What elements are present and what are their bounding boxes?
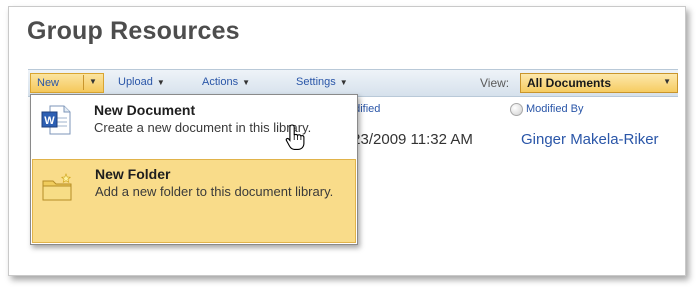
chevron-down-icon: ▼ [156,78,165,87]
menu-item-description: Add a new folder to this document librar… [95,184,334,199]
hand-cursor-icon [285,124,305,150]
chevron-down-icon: ▼ [242,78,250,87]
new-dropdown-menu: W New Document Create a new document in … [30,94,358,245]
upload-menu-button[interactable]: Upload ▼ [118,76,165,88]
list-toolbar: New ▼ Upload ▼ Actions ▼ Settings ▼ View: A… [28,69,678,97]
new-button-label: New [37,77,60,89]
menu-item-title: New Folder [95,166,171,182]
new-folder-icon [42,173,72,201]
page-title: Group Resources [27,17,240,45]
word-document-icon: W [41,105,71,135]
row-modified-by-link[interactable]: Ginger Makela-Riker [521,131,659,148]
settings-button-label: Settings [296,76,336,88]
row-modified-date: /23/2009 11:32 AM [348,131,473,148]
web-part-frame: Group Resources New ▼ Upload ▼ Actions ▼ S… [8,6,686,276]
column-header-modified-by[interactable]: Modified By [526,103,583,115]
actions-menu-button[interactable]: Actions ▼ [202,76,250,88]
new-button-divider [83,75,84,90]
select-radio-icon[interactable] [510,103,523,116]
chevron-down-icon[interactable]: ▼ [89,77,97,86]
upload-button-label: Upload [118,76,153,88]
menu-item-new-folder[interactable]: New Folder Add a new folder to this docu… [32,159,356,243]
view-select[interactable]: All Documents ▼ [520,73,678,93]
actions-button-label: Actions [202,76,239,88]
view-select-value: All Documents [527,76,612,90]
view-label: View: [480,76,510,90]
settings-menu-button[interactable]: Settings ▼ [296,76,348,88]
chevron-down-icon: ▼ [663,77,671,86]
chevron-down-icon: ▼ [339,78,348,87]
menu-item-title: New Document [94,102,196,118]
svg-text:W: W [44,115,55,127]
new-menu-button[interactable]: New ▼ [30,73,104,93]
